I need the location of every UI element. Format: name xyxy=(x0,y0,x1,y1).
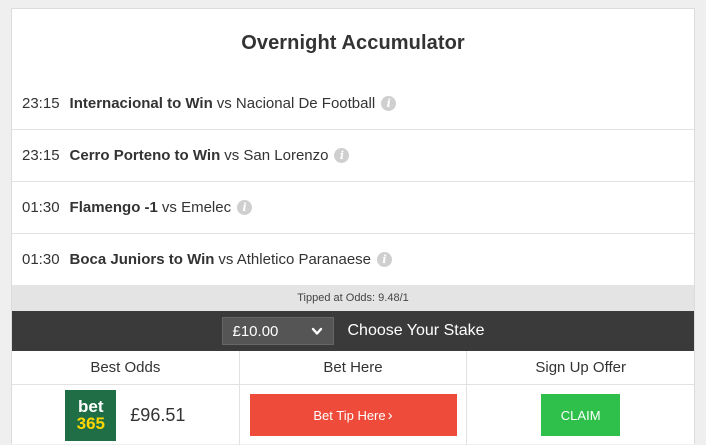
bet-tip-here-button[interactable]: Bet Tip Here › xyxy=(249,394,457,436)
column-bet-here: Bet Here xyxy=(240,351,468,384)
tip-pick: Boca Juniors to Win xyxy=(69,251,215,268)
tip-opponent: vs Athletico Paranaese xyxy=(218,251,372,268)
accumulator-card: Overnight Accumulator 23:15 Internaciona… xyxy=(11,8,695,445)
tip-time: 01:30 xyxy=(22,199,60,216)
tip-time: 01:30 xyxy=(22,251,60,268)
tip-opponent: vs San Lorenzo xyxy=(224,147,329,164)
info-icon[interactable]: i xyxy=(377,252,393,267)
column-best-odds: Best Odds xyxy=(12,351,240,384)
tip-opponent: vs Nacional De Football xyxy=(216,94,376,112)
stake-select[interactable]: £10.00 xyxy=(221,317,334,345)
offer-row: bet 365 £96.51 Bet Tip Here › CLAIM xyxy=(12,385,694,445)
stake-value: £10.00 xyxy=(232,322,279,340)
offer-table-header: Best Odds Bet Here Sign Up Offer xyxy=(12,351,694,385)
tip-pick: Flamengo -1 xyxy=(69,199,158,216)
sign-up-offer-cell: CLAIM xyxy=(467,385,694,445)
chevron-right-icon: › xyxy=(387,406,393,424)
info-icon[interactable]: i xyxy=(334,148,350,163)
potential-returns: £96.51 xyxy=(130,404,186,425)
tip-time: 23:15 xyxy=(22,147,60,164)
tip-time: 23:15 xyxy=(22,94,60,112)
info-icon[interactable]: i xyxy=(237,200,253,215)
logo-text-top: bet xyxy=(78,397,104,416)
tip-pick: Internacional to Win xyxy=(69,94,213,112)
bet-here-cell: Bet Tip Here › xyxy=(240,385,468,445)
chevron-down-icon xyxy=(311,327,322,335)
bet-tip-here-label: Bet Tip Here xyxy=(313,407,386,423)
card-title: Overnight Accumulator xyxy=(241,31,465,54)
choose-stake-label: Choose Your Stake xyxy=(347,322,485,339)
best-odds-cell: bet 365 £96.51 xyxy=(12,385,240,445)
tip-opponent: vs Emelec xyxy=(161,199,232,216)
tip-row: 01:30 Boca Juniors to Win vs Athletico P… xyxy=(12,233,694,285)
claim-button[interactable]: CLAIM xyxy=(541,394,621,436)
info-icon[interactable]: i xyxy=(381,95,397,111)
tip-row: 01:30 Flamengo -1 vs Emelec i xyxy=(12,181,694,233)
bet365-logo[interactable]: bet 365 xyxy=(65,389,117,441)
tipped-odds-text: Tipped at Odds: 9.48/1 xyxy=(297,292,409,304)
column-sign-up-offer: Sign Up Offer xyxy=(535,359,626,376)
tip-pick: Cerro Porteno to Win xyxy=(69,147,221,164)
tipped-odds-bar: Tipped at Odds: 9.48/1 xyxy=(12,285,694,311)
logo-text-bottom: 365 xyxy=(76,414,105,433)
tip-list: 23:15 Internacional to Win vs Nacional D… xyxy=(12,77,694,285)
stake-bar: £10.00 Choose Your Stake xyxy=(12,311,694,351)
tip-row: 23:15 Cerro Porteno to Win vs San Lorenz… xyxy=(12,129,694,181)
tip-row: 23:15 Internacional to Win vs Nacional D… xyxy=(12,77,694,129)
